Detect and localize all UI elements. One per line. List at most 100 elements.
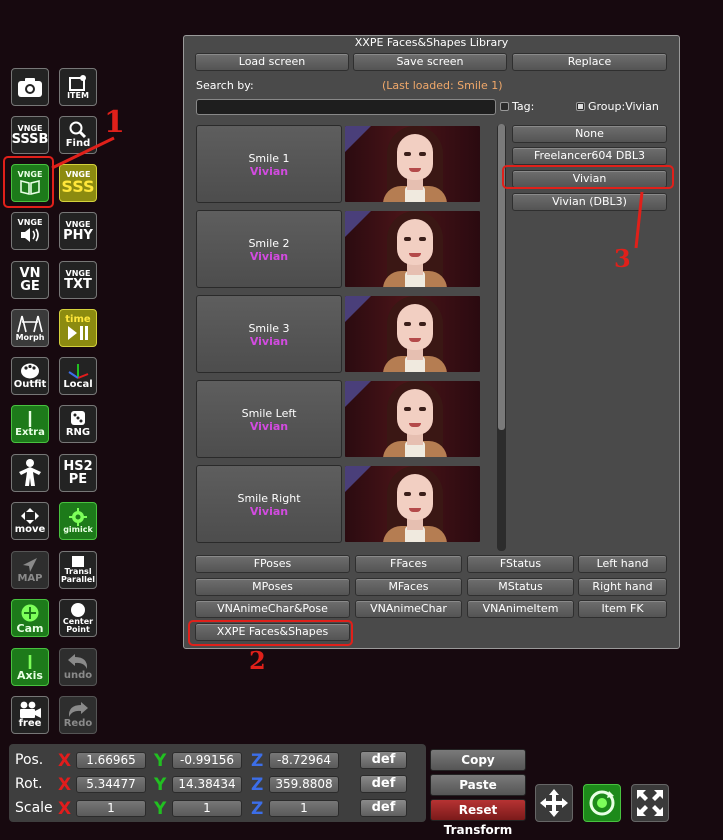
ffaces-button[interactable]: FFaces [355, 555, 462, 573]
local-button[interactable]: Local [59, 357, 97, 395]
rotate-icon [589, 790, 615, 816]
mfaces-button[interactable]: MFaces [355, 578, 462, 596]
gimick-button[interactable]: gimick [59, 502, 97, 540]
rot-def-button[interactable]: def [360, 775, 407, 793]
rot-y-field[interactable]: 14.38434 [172, 776, 242, 793]
preview-thumbnail[interactable] [345, 126, 480, 202]
hs2pe-button[interactable]: HS2 PE [59, 454, 97, 492]
pos-def-button[interactable]: def [360, 751, 407, 769]
pos-x-field[interactable]: 1.66965 [76, 752, 146, 769]
redo-arrow-icon [68, 702, 88, 717]
list-item-smile-left[interactable]: Smile Left Vivian [196, 380, 342, 458]
extra-button[interactable]: Extra [11, 405, 49, 443]
item-name: Smile 2 [248, 237, 290, 250]
move-button[interactable]: move [11, 502, 49, 540]
mposes-button[interactable]: MPoses [195, 578, 350, 596]
preview-thumbnail[interactable] [345, 211, 480, 287]
faces-shapes-library-window: XXPE Faces&Shapes Library Load screen Sa… [183, 35, 680, 649]
transl-parallel-button[interactable]: Transl Parallel [59, 551, 97, 589]
redo-button[interactable]: Redo [59, 696, 97, 734]
item-name: Smile 3 [248, 322, 290, 335]
txt-label: TXT [64, 276, 92, 292]
time-button[interactable]: time [59, 309, 97, 347]
scale-z-field[interactable]: 1 [269, 800, 339, 817]
gear-icon [69, 508, 87, 526]
list-item-smile-right[interactable]: Smile Right Vivian [196, 465, 342, 543]
undo-button[interactable]: undo [59, 648, 97, 686]
preview-thumbnail[interactable] [345, 296, 480, 372]
vnge-phy-button[interactable]: VNGE PHY [59, 212, 97, 250]
load-screen-button[interactable]: Load screen [195, 53, 349, 71]
vnanimeitem-button[interactable]: VNAnimeItem [467, 600, 574, 618]
outfit-label: Outfit [13, 379, 47, 390]
vnge-button[interactable]: VN GE [11, 261, 49, 299]
fposes-button[interactable]: FPoses [195, 555, 350, 573]
axis-x-label: X [58, 799, 72, 819]
search-label: Search by: [196, 79, 254, 92]
pos-y-field[interactable]: -0.99156 [172, 752, 242, 769]
rng-button[interactable]: RNG [59, 405, 97, 443]
xxpe-face-badge-icon [345, 211, 371, 237]
save-screen-button[interactable]: Save screen [353, 53, 507, 71]
preview-thumbnail[interactable] [345, 381, 480, 457]
fstatus-button[interactable]: FStatus [467, 555, 574, 573]
vnge-sound-button[interactable]: VNGE [11, 212, 49, 250]
center-point-button[interactable]: Center Point [59, 599, 97, 637]
xxpe-face-badge-icon [345, 381, 371, 407]
pos-z-field[interactable]: -8.72964 [269, 752, 339, 769]
local-axis-icon [68, 364, 89, 379]
group-checkbox[interactable] [576, 102, 585, 111]
mstatus-button[interactable]: MStatus [467, 578, 574, 596]
vnge-sssb-button[interactable]: VNGE SSSB [11, 116, 49, 154]
search-input[interactable] [196, 99, 496, 115]
group-freelancer604-dbl3-button[interactable]: Freelancer604 DBL3 [512, 147, 667, 165]
scale-y-field[interactable]: 1 [172, 800, 242, 817]
morph-button[interactable]: Morph [11, 309, 49, 347]
replace-button[interactable]: Replace [512, 53, 667, 71]
outfit-button[interactable]: Outfit [11, 357, 49, 395]
item-button[interactable]: ITEM [59, 68, 97, 106]
camera-button[interactable] [11, 68, 49, 106]
item-name: Smile 1 [248, 152, 290, 165]
rng-label: RNG [65, 427, 91, 438]
point-label: Point [66, 625, 90, 634]
copy-transform-button[interactable]: Copy Transform [430, 749, 526, 787]
scale-def-button[interactable]: def [360, 799, 407, 817]
highlight-box-vnge-book [3, 156, 54, 208]
reset-transform-button[interactable]: Reset Transform [430, 799, 526, 837]
scale-arrows-icon [637, 790, 663, 816]
move-arrows-icon [540, 789, 568, 817]
cam-label: Cam [16, 621, 44, 635]
map-button[interactable]: MAP [11, 551, 49, 589]
rot-x-field[interactable]: 5.34477 [76, 776, 146, 793]
list-item-smile-1[interactable]: Smile 1 Vivian [196, 125, 342, 203]
axis-button[interactable]: Axis [11, 648, 49, 686]
list-item-smile-2[interactable]: Smile 2 Vivian [196, 210, 342, 288]
move-gizmo-button[interactable] [535, 784, 573, 822]
scale-gizmo-button[interactable] [631, 784, 669, 822]
scale-x-field[interactable]: 1 [76, 800, 146, 817]
vnge-txt-button[interactable]: VNGE TXT [59, 261, 97, 299]
preview-thumbnail[interactable] [345, 466, 480, 542]
cam-button[interactable]: Cam [11, 599, 49, 637]
window-title: XXPE Faces&Shapes Library [354, 36, 509, 49]
redo-label: Redo [63, 718, 93, 729]
rot-z-field[interactable]: 359.8808 [269, 776, 339, 793]
item-fk-button[interactable]: Item FK [578, 600, 667, 618]
right-hand-button[interactable]: Right hand [578, 578, 667, 596]
play-pause-icon [68, 326, 88, 340]
vnanimechar-button[interactable]: VNAnimeChar [355, 600, 462, 618]
rot-label: Rot. [15, 776, 43, 792]
paste-transform-button[interactable]: Paste Transform [430, 774, 526, 812]
group-none-button[interactable]: None [512, 125, 667, 143]
move-arrows-icon [21, 508, 39, 524]
vnanimechar-pose-button[interactable]: VNAnimeChar&Pose [195, 600, 350, 618]
rotate-gizmo-button[interactable] [583, 784, 621, 822]
annotation-arrow-3 [634, 191, 644, 249]
free-camera-button[interactable]: free [11, 696, 49, 734]
tag-checkbox[interactable] [500, 102, 509, 111]
pose-button[interactable] [11, 454, 49, 492]
morph-icon [17, 315, 43, 333]
list-item-smile-3[interactable]: Smile 3 Vivian [196, 295, 342, 373]
left-hand-button[interactable]: Left hand [578, 555, 667, 573]
